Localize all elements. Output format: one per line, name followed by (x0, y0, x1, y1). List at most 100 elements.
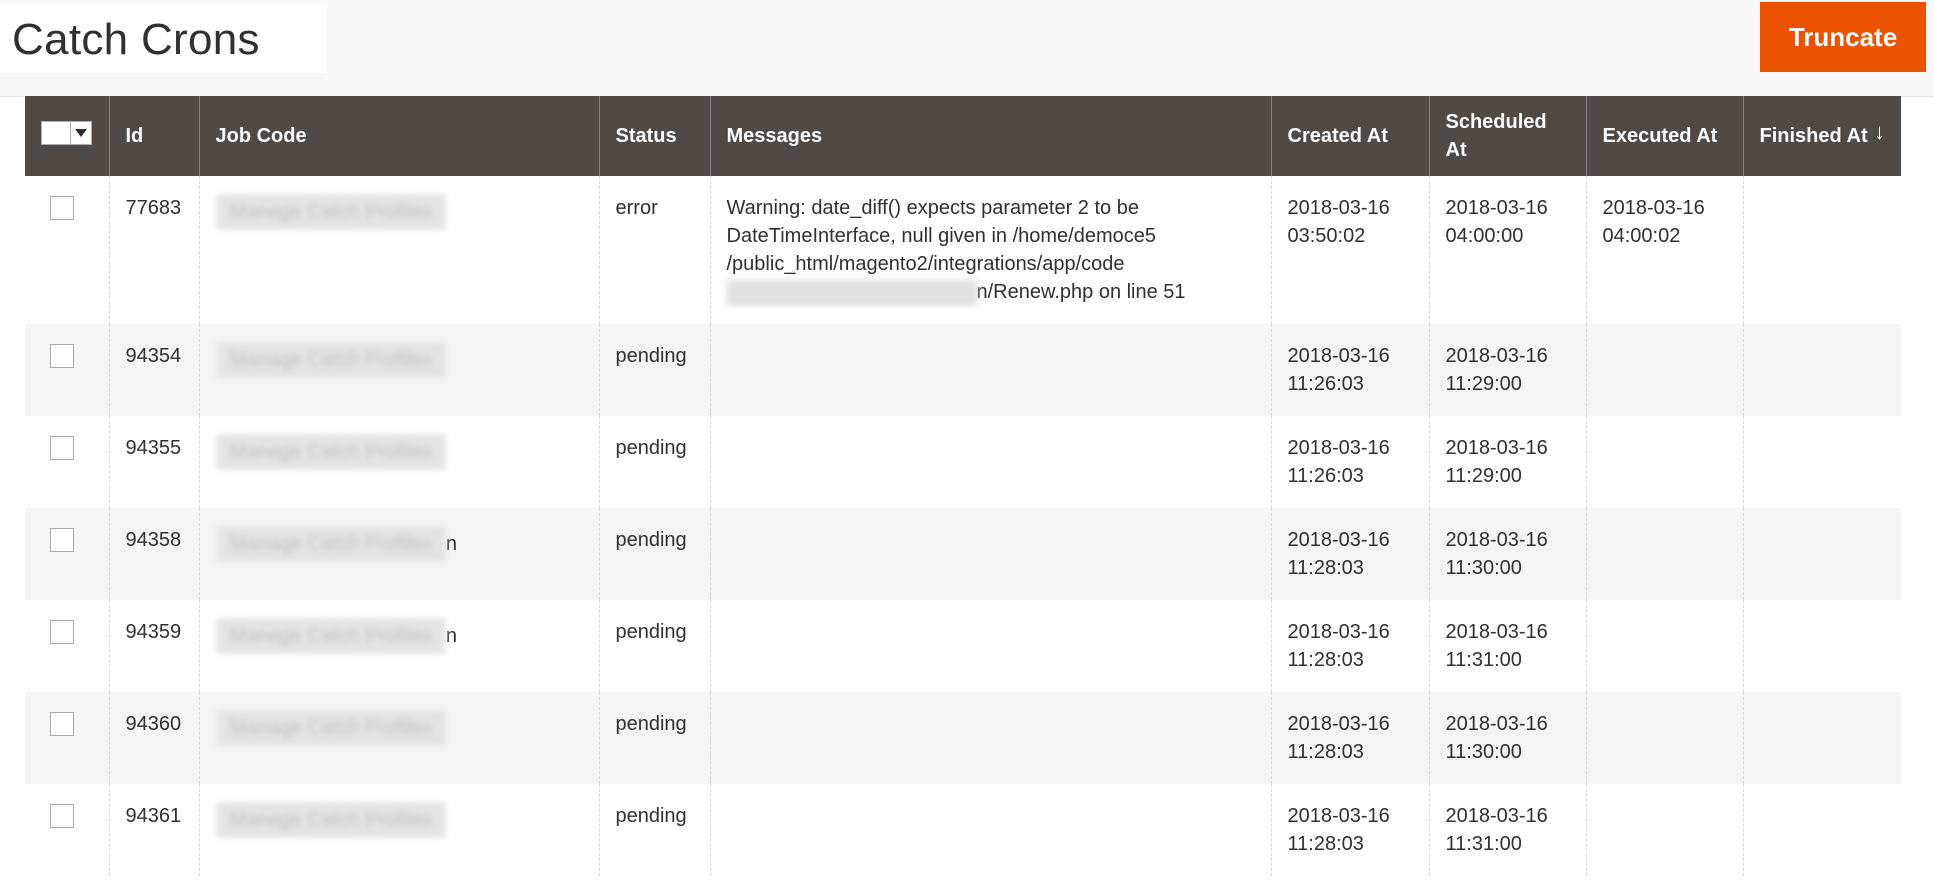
table-row: 94359 Manage Catch Profiles n pending 201… (25, 600, 1901, 692)
table-row: 94361 Manage Catch Profiles pending 2018… (25, 784, 1901, 876)
row-checkbox[interactable] (50, 528, 74, 552)
column-header-job-code[interactable]: Job Code (198, 96, 599, 176)
status-cell: pending (598, 784, 710, 876)
id-cell: 94355 (108, 416, 199, 508)
message-cell (709, 324, 1271, 416)
row-select-cell (25, 416, 109, 508)
grid-header-row: Id Job Code Status Messages Created At S… (25, 96, 1901, 176)
row-checkbox[interactable] (50, 196, 74, 220)
truncate-button[interactable]: Truncate (1760, 2, 1926, 72)
executed-at-cell (1585, 324, 1743, 416)
id-cell: 94361 (108, 784, 199, 876)
finished-at-cell (1742, 324, 1901, 416)
job-code-redacted: Manage Catch Profiles (215, 194, 446, 230)
executed-at-cell (1585, 784, 1743, 876)
table-row: 94360 Manage Catch Profiles pending 2018… (25, 692, 1901, 784)
message-cell (709, 416, 1271, 508)
page-title: Catch Crons (12, 15, 260, 64)
created-at-cell: 2018-03-16 11:26:03 (1270, 324, 1429, 416)
column-header-scheduled-at[interactable]: Scheduled At (1428, 96, 1586, 176)
title-container: Catch Crons (0, 5, 326, 73)
row-checkbox[interactable] (50, 620, 74, 644)
row-checkbox[interactable] (50, 712, 74, 736)
finished-at-cell (1742, 692, 1901, 784)
crons-grid: Id Job Code Status Messages Created At S… (25, 96, 1901, 876)
id-cell: 94360 (108, 692, 199, 784)
chevron-down-icon[interactable] (70, 121, 91, 144)
message-cell (709, 600, 1271, 692)
id-cell: 94358 (108, 508, 199, 600)
mass-select-checkbox[interactable] (42, 121, 70, 144)
row-checkbox[interactable] (50, 804, 74, 828)
message-cell (709, 784, 1271, 876)
scheduled-at-cell: 2018-03-16 11:30:00 (1428, 692, 1586, 784)
scheduled-at-cell: 2018-03-16 11:30:00 (1428, 508, 1586, 600)
scheduled-at-cell: 2018-03-16 11:29:00 (1428, 416, 1586, 508)
column-header-created-at[interactable]: Created At (1270, 96, 1429, 176)
column-header-id[interactable]: Id (108, 96, 199, 176)
finished-at-cell (1742, 176, 1901, 324)
job-code-redacted: Manage Catch Profiles (215, 526, 446, 562)
column-header-messages[interactable]: Messages (709, 96, 1271, 176)
mass-select-dropdown[interactable] (41, 120, 92, 145)
status-cell: pending (598, 416, 710, 508)
job-code-cell: Manage Catch Profiles (198, 784, 599, 876)
column-header-finished-at[interactable]: Finished At ↓ (1742, 96, 1901, 176)
row-checkbox[interactable] (50, 344, 74, 368)
row-select-cell (25, 324, 109, 416)
job-code-cell: Manage Catch Profiles (198, 416, 599, 508)
finished-at-cell (1742, 600, 1901, 692)
message-cell (709, 508, 1271, 600)
row-select-cell (25, 600, 109, 692)
job-code-redacted: Manage Catch Profiles (215, 618, 446, 654)
message-cell (709, 692, 1271, 784)
status-cell: pending (598, 600, 710, 692)
row-select-cell (25, 176, 109, 324)
table-row: 94354 Manage Catch Profiles pending 2018… (25, 324, 1901, 416)
row-checkbox[interactable] (50, 436, 74, 460)
page-header: Catch Crons Truncate (0, 0, 1934, 97)
job-code-redacted: Manage Catch Profiles (215, 710, 446, 746)
status-cell: pending (598, 508, 710, 600)
executed-at-cell: 2018-03-16 04:00:02 (1585, 176, 1743, 324)
executed-at-cell (1585, 600, 1743, 692)
scheduled-at-cell: 2018-03-16 11:31:00 (1428, 784, 1586, 876)
job-code-suffix: n (445, 625, 457, 647)
job-code-redacted: Manage Catch Profiles (215, 434, 446, 470)
status-cell: pending (598, 692, 710, 784)
job-code-suffix: n (445, 533, 457, 555)
created-at-cell: 2018-03-16 11:26:03 (1270, 416, 1429, 508)
id-cell: 94359 (108, 600, 199, 692)
created-at-cell: 2018-03-16 11:28:03 (1270, 508, 1429, 600)
message-text: Warning: date_diff() expects parameter 2… (726, 197, 1156, 275)
executed-at-cell (1585, 508, 1743, 600)
job-code-redacted: Manage Catch Profiles (215, 802, 446, 838)
sort-descending-icon: ↓ (1874, 119, 1885, 144)
row-select-cell (25, 692, 109, 784)
id-cell: 77683 (108, 176, 199, 324)
job-code-cell: Manage Catch Profiles (198, 324, 599, 416)
row-select-cell (25, 508, 109, 600)
job-code-cell: Manage Catch Profiles (198, 692, 599, 784)
created-at-cell: 2018-03-16 11:28:03 (1270, 784, 1429, 876)
scheduled-at-cell: 2018-03-16 11:31:00 (1428, 600, 1586, 692)
column-header-executed-at[interactable]: Executed At (1585, 96, 1743, 176)
table-row: 94358 Manage Catch Profiles n pending 201… (25, 508, 1901, 600)
finished-at-cell (1742, 416, 1901, 508)
table-row: 94355 Manage Catch Profiles pending 2018… (25, 416, 1901, 508)
table-row: 77683 Manage Catch Profiles error Warnin… (25, 176, 1901, 324)
status-cell: error (598, 176, 710, 324)
message-text-end: n/Renew.php on line 51 (976, 281, 1186, 303)
scheduled-at-cell: 2018-03-16 04:00:00 (1428, 176, 1586, 324)
job-code-cell: Manage Catch Profiles (198, 176, 599, 324)
created-at-cell: 2018-03-16 11:28:03 (1270, 600, 1429, 692)
mass-select-header[interactable] (25, 96, 109, 176)
row-select-cell (25, 784, 109, 876)
executed-at-cell (1585, 692, 1743, 784)
column-header-status[interactable]: Status (598, 96, 710, 176)
job-code-cell: Manage Catch Profiles n (198, 508, 599, 600)
id-cell: 94354 (108, 324, 199, 416)
status-cell: pending (598, 324, 710, 416)
created-at-cell: 2018-03-16 11:28:03 (1270, 692, 1429, 784)
scheduled-at-cell: 2018-03-16 11:29:00 (1428, 324, 1586, 416)
